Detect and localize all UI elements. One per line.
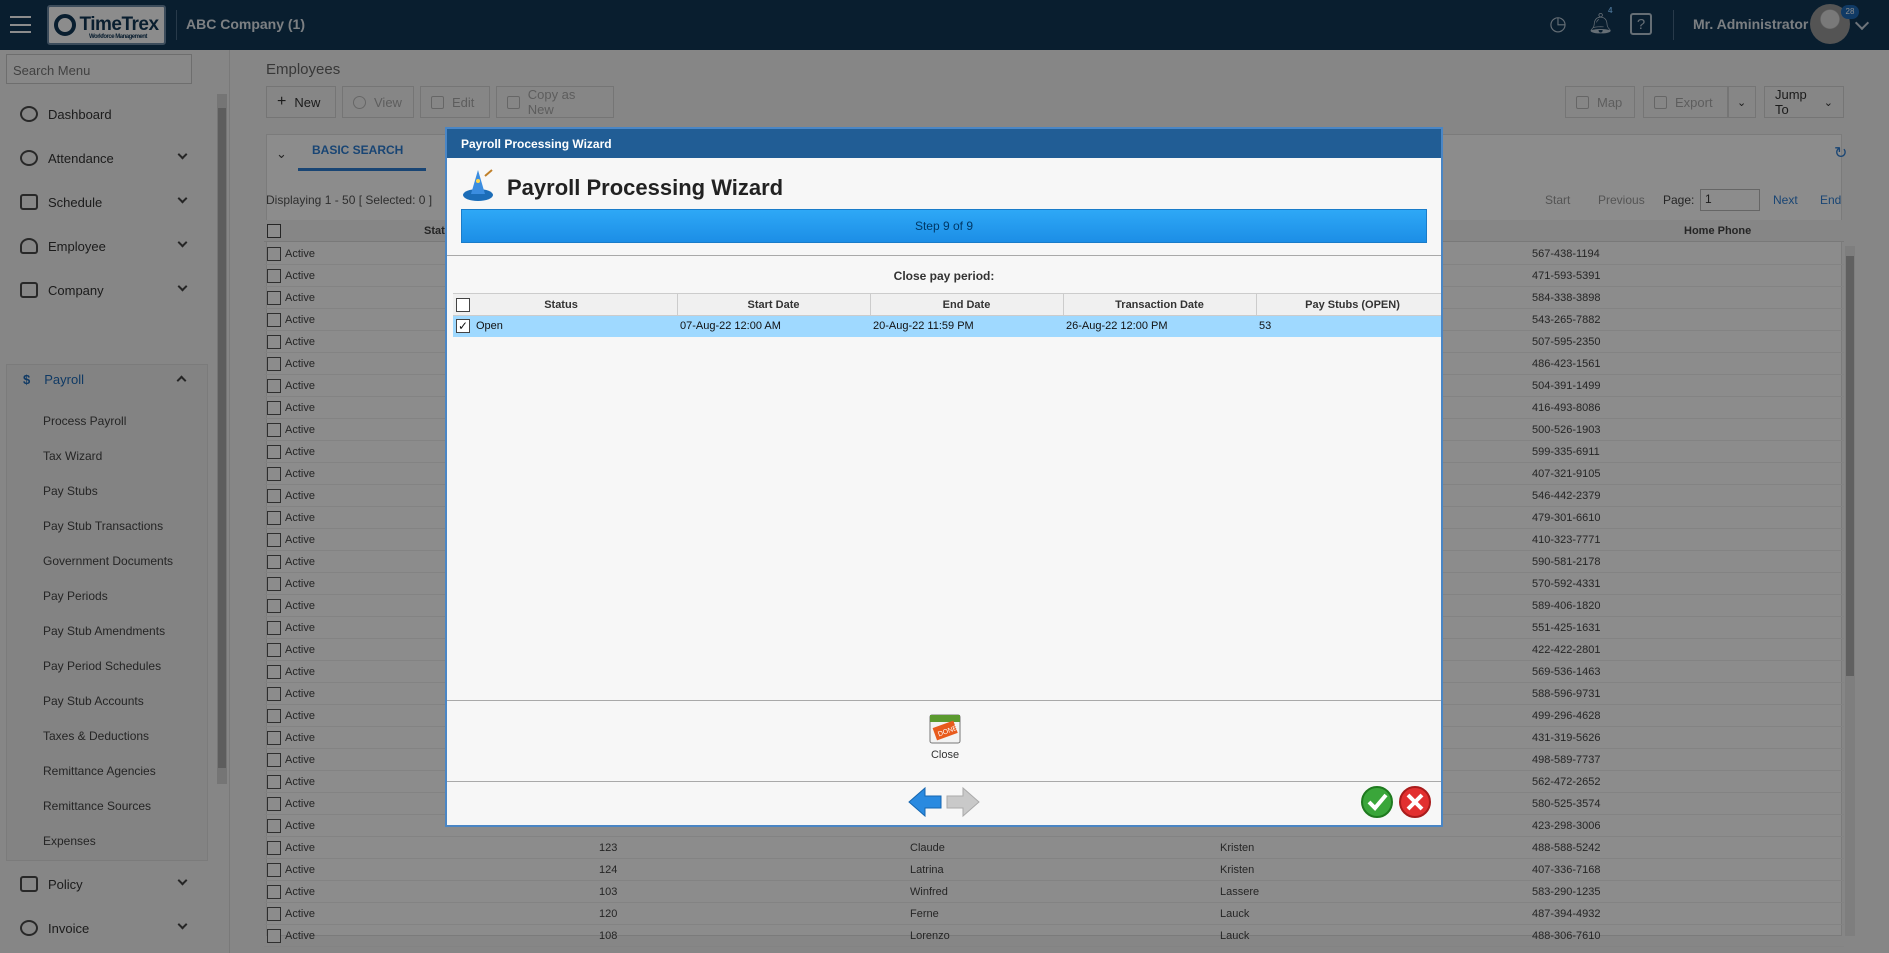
row-end-date: 20-Aug-22 11:59 PM bbox=[873, 320, 974, 332]
app-root: TimeTrex Workforce Management ABC Company… bbox=[0, 0, 1889, 953]
row-checkbox[interactable]: ✓ bbox=[456, 319, 470, 333]
col-transaction-date[interactable]: Transaction Date bbox=[1063, 299, 1256, 311]
col-start-date[interactable]: Start Date bbox=[677, 299, 870, 311]
row-transaction-date: 26-Aug-22 12:00 PM bbox=[1066, 320, 1168, 332]
divider bbox=[447, 700, 1441, 701]
confirm-check-button[interactable] bbox=[1360, 785, 1394, 819]
close-action-label[interactable]: Close bbox=[919, 749, 971, 761]
forward-arrow-button[interactable] bbox=[945, 785, 981, 819]
wizard-title: Payroll Processing Wizard bbox=[507, 175, 784, 200]
divider bbox=[447, 255, 1441, 256]
col-end-date[interactable]: End Date bbox=[870, 299, 1063, 311]
wizard-icon bbox=[463, 169, 493, 201]
step-progress-bar: Step 9 of 9 bbox=[461, 209, 1427, 243]
row-start-date: 07-Aug-22 12:00 AM bbox=[680, 320, 781, 332]
close-pay-period-label: Close pay period: bbox=[893, 269, 995, 283]
col-status[interactable]: Status bbox=[477, 299, 645, 311]
col-pay-stubs-open[interactable]: Pay Stubs (OPEN) bbox=[1256, 299, 1449, 311]
row-pay-stubs: 53 bbox=[1259, 320, 1272, 332]
pay-period-row[interactable]: ✓ Open 07-Aug-22 12:00 AM 20-Aug-22 11:5… bbox=[453, 316, 1441, 337]
close-pay-period-icon[interactable]: DONE bbox=[928, 712, 962, 746]
payroll-wizard-dialog: Payroll Processing Wizard Payroll Proces… bbox=[445, 127, 1443, 827]
cancel-x-button[interactable] bbox=[1398, 785, 1432, 819]
row-status: Open bbox=[476, 320, 503, 332]
back-arrow-button[interactable] bbox=[907, 785, 943, 819]
select-all-checkbox[interactable] bbox=[456, 298, 470, 312]
dialog-header: Payroll Processing Wizard bbox=[447, 129, 1441, 158]
pay-period-table-header: Status Start Date End Date Transaction D… bbox=[453, 293, 1441, 317]
divider bbox=[447, 781, 1441, 782]
